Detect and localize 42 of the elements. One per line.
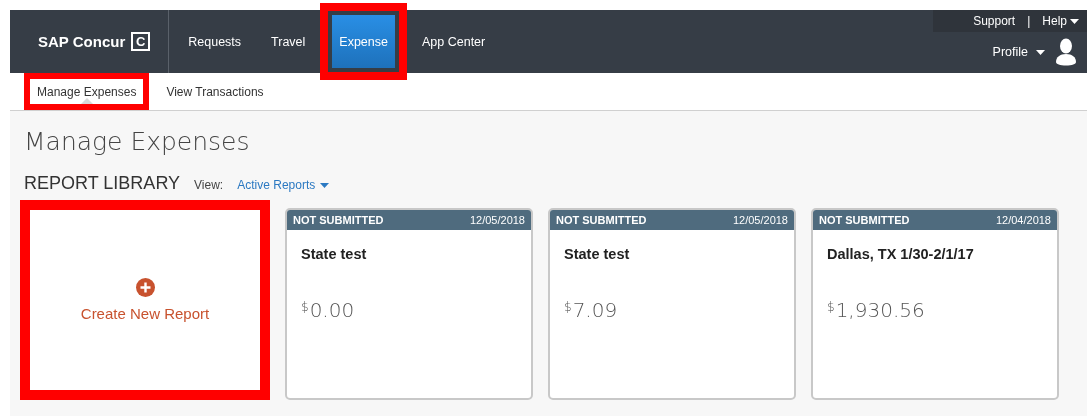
separator: | <box>1027 14 1031 28</box>
currency-symbol: $ <box>827 300 835 314</box>
caret-icon <box>320 182 330 188</box>
view-label: View: <box>194 178 224 192</box>
subnav-tab[interactable]: View Transactions <box>153 73 277 110</box>
report-card[interactable]: NOT SUBMITTED 12/05/2018 State test $0.00 <box>285 208 533 400</box>
nav-tab[interactable]: Travel <box>256 10 321 73</box>
currency-symbol: $ <box>564 300 572 314</box>
selection-notch-icon <box>80 98 93 104</box>
caret-icon <box>1070 18 1079 24</box>
report-card[interactable]: NOT SUBMITTED 12/04/2018 Dallas, TX 1/30-2/1/17 $1,930.56 <box>811 208 1059 400</box>
nav-tab[interactable]: App Center <box>407 10 501 73</box>
profile-menu[interactable]: Profile <box>992 45 1045 59</box>
view-dropdown[interactable]: Active Reports <box>237 178 330 192</box>
support-link[interactable]: Support <box>973 14 1016 28</box>
create-report-card[interactable]: Create New Report <box>20 200 270 400</box>
logo-text: SAP Concur <box>38 33 126 50</box>
logo-mark: C <box>131 32 151 51</box>
user-avatar-icon[interactable] <box>1055 38 1077 66</box>
report-amount: 1,930.56 <box>835 298 925 322</box>
report-date: 12/05/2018 <box>732 214 788 226</box>
currency-symbol: $ <box>301 300 309 314</box>
report-amount: 0.00 <box>309 298 355 322</box>
logo[interactable]: SAP Concur C <box>10 10 170 73</box>
section-title: REPORT LIBRARY <box>24 173 181 194</box>
report-date: 12/04/2018 <box>995 214 1051 226</box>
report-name: Dallas, TX 1/30-2/1/17 <box>827 246 975 262</box>
status-label: NOT SUBMITTED <box>556 214 647 226</box>
help-menu[interactable]: Help <box>1042 14 1079 28</box>
report-name: State test <box>301 246 368 262</box>
status-label: NOT SUBMITTED <box>819 214 910 226</box>
report-date: 12/05/2018 <box>469 214 525 226</box>
report-name: State test <box>564 246 631 262</box>
page-title: Manage Expenses <box>24 127 251 156</box>
status-label: NOT SUBMITTED <box>293 214 384 226</box>
nav-tab[interactable]: Expense <box>320 3 407 80</box>
nav-tab[interactable]: Requests <box>173 10 257 73</box>
add-icon <box>135 278 155 297</box>
caret-icon <box>1036 49 1045 55</box>
report-card[interactable]: NOT SUBMITTED 12/05/2018 State test $7.09 <box>548 208 796 400</box>
subnav-tab[interactable]: Manage Expenses <box>24 73 150 110</box>
report-amount: 7.09 <box>572 298 618 322</box>
